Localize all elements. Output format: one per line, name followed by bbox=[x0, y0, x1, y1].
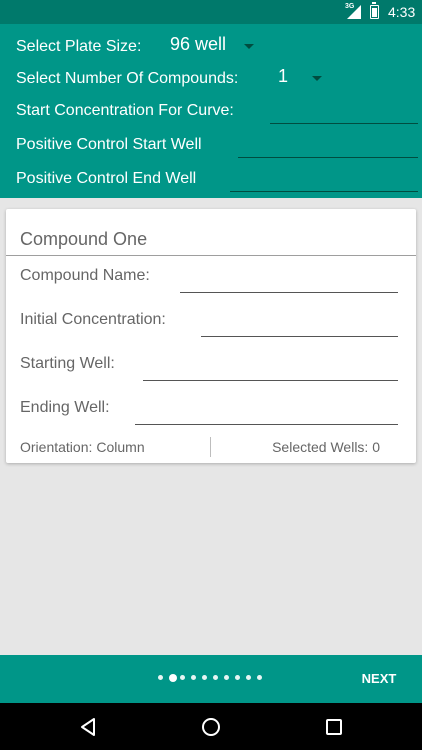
page-dot bbox=[180, 675, 185, 680]
input-underline bbox=[230, 191, 418, 192]
battery-icon bbox=[370, 2, 379, 19]
system-nav-bar bbox=[0, 703, 422, 750]
page-dot-active bbox=[169, 673, 177, 682]
compound-count-row: Select Number Of Compounds: 1 bbox=[16, 64, 418, 94]
input-underline bbox=[201, 336, 398, 337]
input-underline bbox=[238, 157, 418, 158]
positive-start-label: Positive Control Start Well bbox=[16, 136, 202, 153]
chevron-down-icon bbox=[312, 76, 322, 81]
start-concentration-input[interactable] bbox=[270, 96, 418, 126]
positive-start-input[interactable] bbox=[238, 130, 418, 160]
orientation-toggle[interactable]: Orientation: Column bbox=[20, 439, 149, 455]
compound-count-value: 1 bbox=[278, 66, 289, 86]
plate-size-label: Select Plate Size: bbox=[16, 38, 142, 55]
status-time: 4:33 bbox=[388, 4, 416, 20]
recents-icon[interactable] bbox=[319, 713, 349, 741]
positive-start-row: Positive Control Start Well bbox=[16, 130, 418, 160]
starting-well-field[interactable]: Starting Well: bbox=[20, 351, 398, 381]
input-underline bbox=[135, 424, 398, 425]
input-underline bbox=[270, 123, 418, 124]
compound-card-title: Compound One bbox=[20, 229, 148, 249]
page-dot bbox=[224, 675, 229, 680]
positive-end-row: Positive Control End Well bbox=[16, 164, 418, 194]
plate-size-row: Select Plate Size: 96 well bbox=[16, 32, 418, 62]
compound-card-footer: Orientation: Column Selected Wells: 0 bbox=[20, 435, 380, 457]
home-icon[interactable] bbox=[196, 713, 226, 741]
page-dot bbox=[246, 675, 251, 680]
start-concentration-label: Start Concentration For Curve: bbox=[16, 102, 234, 119]
chevron-down-icon bbox=[244, 44, 254, 49]
orientation-value: Column bbox=[96, 439, 145, 455]
compound-card: Compound One Compound Name: Initial Conc… bbox=[6, 209, 416, 463]
card-divider bbox=[6, 255, 416, 256]
selected-wells-count: Selected Wells: 0 bbox=[272, 439, 380, 455]
back-icon[interactable] bbox=[74, 713, 104, 741]
status-bar: 3G 4:33 bbox=[0, 0, 422, 24]
experiment-settings-form: Select Plate Size: 96 well Select Number… bbox=[0, 24, 422, 198]
next-button[interactable]: NEXT bbox=[350, 667, 408, 691]
ending-well-label: Ending Well: bbox=[20, 399, 110, 416]
input-underline bbox=[180, 292, 398, 293]
page-dot bbox=[235, 675, 240, 680]
signal-icon bbox=[347, 5, 361, 19]
compound-count-dropdown[interactable]: 1 bbox=[272, 64, 332, 94]
starting-well-label: Starting Well: bbox=[20, 355, 115, 372]
initial-concentration-label: Initial Concentration: bbox=[20, 311, 166, 328]
initial-concentration-field[interactable]: Initial Concentration: bbox=[20, 307, 398, 337]
plate-size-dropdown[interactable]: 96 well bbox=[166, 32, 266, 62]
ending-well-field[interactable]: Ending Well: bbox=[20, 395, 398, 425]
compound-name-label: Compound Name: bbox=[20, 267, 150, 284]
page-dot bbox=[202, 675, 207, 680]
page-dot bbox=[158, 675, 163, 680]
compound-count-label: Select Number Of Compounds: bbox=[16, 70, 239, 87]
positive-end-input[interactable] bbox=[230, 164, 418, 194]
input-underline bbox=[143, 380, 398, 381]
page-dot bbox=[191, 675, 196, 680]
compound-name-field[interactable]: Compound Name: bbox=[20, 263, 398, 293]
positive-end-label: Positive Control End Well bbox=[16, 170, 197, 187]
page-dot bbox=[257, 675, 262, 680]
plate-size-value: 96 well bbox=[170, 34, 227, 54]
start-concentration-row: Start Concentration For Curve: bbox=[16, 96, 418, 126]
page-dot bbox=[213, 675, 218, 680]
orientation-label: Orientation: bbox=[20, 439, 93, 455]
footer-divider bbox=[210, 437, 211, 457]
pager-bar: NEXT bbox=[0, 655, 422, 703]
